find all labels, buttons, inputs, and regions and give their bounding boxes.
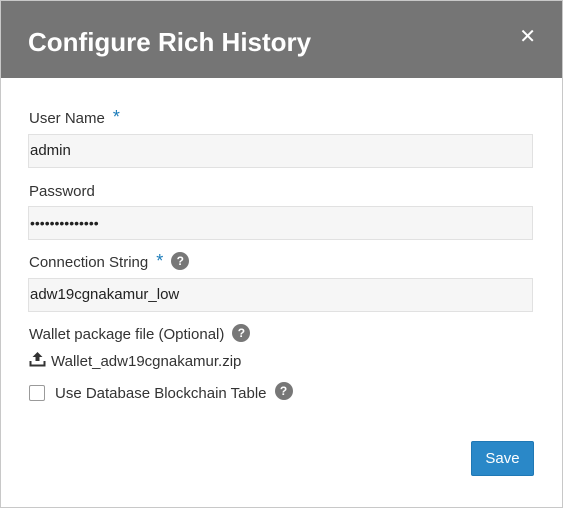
password-label: Password bbox=[29, 183, 95, 200]
wallet-file-name[interactable]: Wallet_adw19cgnakamur.zip bbox=[51, 353, 241, 370]
wallet-label: Wallet package file (Optional) bbox=[29, 326, 225, 343]
username-label-row: User Name * bbox=[29, 107, 120, 131]
username-label: User Name bbox=[29, 110, 105, 127]
configure-rich-history-dialog: Configure Rich History ✕ User Name * admi… bbox=[0, 0, 563, 508]
required-asterisk: * bbox=[112, 107, 120, 127]
required-asterisk: * bbox=[156, 251, 164, 271]
blockchain-checkbox-row: Use Database Blockchain Table? bbox=[29, 382, 293, 402]
connection-label: Connection String bbox=[29, 254, 149, 271]
username-field[interactable]: admin bbox=[28, 134, 533, 168]
help-icon[interactable]: ? bbox=[171, 252, 190, 270]
help-icon[interactable]: ? bbox=[274, 382, 293, 400]
dialog-title: Configure Rich History bbox=[28, 27, 312, 57]
help-icon[interactable]: ? bbox=[232, 324, 251, 342]
wallet-label-row: Wallet package file (Optional)? bbox=[29, 324, 251, 344]
connection-string-field[interactable]: adw19cgnakamur_low bbox=[28, 278, 533, 312]
dialog-header: Configure Rich History ✕ bbox=[1, 1, 562, 78]
blockchain-label: Use Database Blockchain Table bbox=[55, 384, 267, 402]
blockchain-checkbox[interactable] bbox=[29, 385, 45, 401]
save-button[interactable]: Save bbox=[471, 441, 534, 476]
upload-icon[interactable] bbox=[29, 351, 51, 371]
wallet-file-upload[interactable]: Wallet_adw19cgnakamur.zip bbox=[29, 351, 241, 371]
password-field[interactable]: •••••••••••••• bbox=[28, 206, 533, 240]
connection-label-row: Connection String *? bbox=[29, 251, 190, 275]
close-icon[interactable]: ✕ bbox=[519, 27, 536, 47]
